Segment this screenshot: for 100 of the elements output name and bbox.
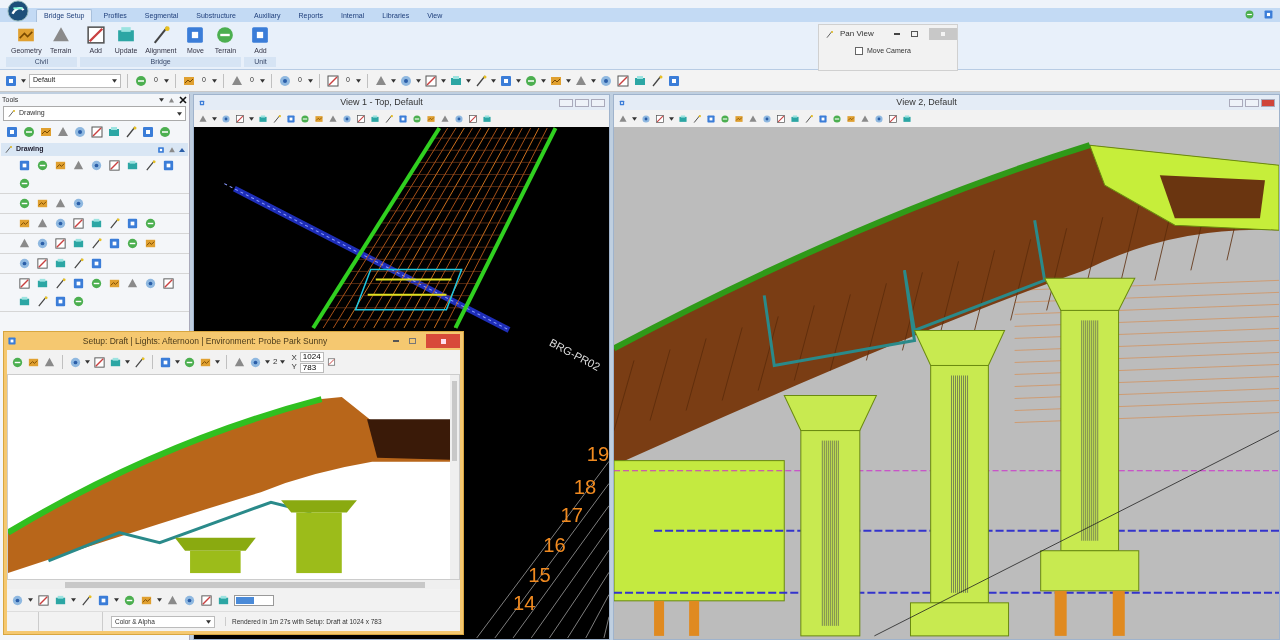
view-tool-icon[interactable] xyxy=(748,113,758,124)
view-tool-icon[interactable] xyxy=(342,113,352,124)
caret-icon[interactable] xyxy=(112,78,117,83)
view-tool-icon[interactable] xyxy=(888,113,898,124)
tool-icon[interactable] xyxy=(162,159,175,172)
caret-icon[interactable] xyxy=(164,78,169,83)
view-tool-icon[interactable] xyxy=(356,113,366,124)
caret-icon[interactable] xyxy=(669,116,674,121)
tool-icon[interactable] xyxy=(108,159,121,172)
tool-icon[interactable] xyxy=(141,125,155,139)
tool-icon[interactable] xyxy=(144,159,157,172)
caret-icon[interactable] xyxy=(125,360,130,364)
close-button[interactable] xyxy=(1261,98,1275,107)
app-logo-icon[interactable] xyxy=(6,0,30,22)
caret-icon[interactable] xyxy=(212,116,217,121)
tool-icon[interactable] xyxy=(90,257,103,270)
toolbar-icon[interactable] xyxy=(474,73,488,88)
collapse-icon[interactable] xyxy=(179,147,185,152)
tool-icon[interactable] xyxy=(72,217,85,230)
pencil-icon[interactable] xyxy=(4,145,13,154)
toolbar-icon[interactable] xyxy=(424,73,438,88)
toolbar-icon[interactable] xyxy=(278,73,292,88)
view-tool-icon[interactable] xyxy=(776,113,786,124)
maximize-icon[interactable] xyxy=(409,338,416,344)
tool-icon[interactable] xyxy=(108,237,121,250)
view-tool-icon[interactable] xyxy=(860,113,870,124)
toolbar-icon[interactable] xyxy=(599,73,613,88)
view-tool-icon[interactable] xyxy=(412,113,422,124)
window-icon[interactable] xyxy=(618,99,626,106)
tool-icon[interactable] xyxy=(36,257,49,270)
caret-icon[interactable] xyxy=(416,78,421,83)
view-tool-icon[interactable] xyxy=(706,113,716,124)
tool-icon[interactable] xyxy=(144,237,157,250)
tool-icon[interactable] xyxy=(54,237,67,250)
tool-icon[interactable] xyxy=(90,159,103,172)
list-view-icon[interactable] xyxy=(168,145,176,154)
tool-icon[interactable] xyxy=(90,125,104,139)
caret-icon[interactable] xyxy=(175,360,180,364)
close-icon[interactable] xyxy=(179,96,187,104)
view-tool-icon[interactable] xyxy=(818,113,828,124)
view-tool-icon[interactable] xyxy=(235,113,245,124)
caret-icon[interactable] xyxy=(21,78,26,83)
tool-icon[interactable] xyxy=(144,277,157,290)
tool-icon[interactable] xyxy=(39,125,53,139)
tool-icon[interactable] xyxy=(18,277,31,290)
caret-icon[interactable] xyxy=(212,78,217,83)
view-tool-icon[interactable] xyxy=(440,113,450,124)
tool-icon[interactable] xyxy=(162,277,175,290)
render-tool-icon[interactable] xyxy=(37,593,50,607)
close-button[interactable] xyxy=(426,334,460,348)
width-field[interactable]: 1024 xyxy=(299,351,324,362)
tool-icon[interactable] xyxy=(18,257,31,270)
view-tool-icon[interactable] xyxy=(846,113,856,124)
render-tool-icon[interactable] xyxy=(69,355,82,369)
toolbar-icon[interactable] xyxy=(667,73,681,88)
view-tool-icon[interactable] xyxy=(384,113,394,124)
view-tool-icon[interactable] xyxy=(804,113,814,124)
tool-icon[interactable] xyxy=(84,24,107,46)
caret-icon[interactable] xyxy=(566,78,571,83)
caret-icon[interactable] xyxy=(159,98,164,102)
view-tool-icon[interactable] xyxy=(286,113,296,124)
render-tool-icon[interactable] xyxy=(80,593,93,607)
tool-icon[interactable] xyxy=(36,295,49,308)
toolbar-icon[interactable] xyxy=(399,73,413,88)
tool-icon[interactable] xyxy=(54,159,67,172)
render-tool-icon[interactable] xyxy=(97,593,110,607)
maximize-icon[interactable] xyxy=(911,31,918,37)
view-tool-icon[interactable] xyxy=(832,113,842,124)
caret-icon[interactable] xyxy=(356,78,361,83)
tool-icon[interactable] xyxy=(54,295,67,308)
height-field[interactable]: 783 xyxy=(299,362,324,373)
caret-icon[interactable] xyxy=(466,78,471,83)
tool-icon[interactable] xyxy=(73,125,87,139)
view-tool-icon[interactable] xyxy=(221,113,231,124)
app-icon[interactable] xyxy=(7,336,17,346)
view-tool-icon[interactable] xyxy=(370,113,380,124)
caret-icon[interactable] xyxy=(391,78,396,83)
view-tool-icon[interactable] xyxy=(468,113,478,124)
caret-icon[interactable] xyxy=(260,78,265,83)
view-tool-icon[interactable] xyxy=(655,113,665,124)
view-tool-icon[interactable] xyxy=(314,113,324,124)
render-tool-icon[interactable] xyxy=(249,355,262,369)
view-tool-icon[interactable] xyxy=(790,113,800,124)
render-tool-icon[interactable] xyxy=(159,355,172,369)
caret-icon[interactable] xyxy=(71,598,76,602)
tool-icon[interactable] xyxy=(108,217,121,230)
caret-icon[interactable] xyxy=(280,360,286,364)
caret-icon[interactable] xyxy=(516,78,521,83)
grid-view-icon[interactable] xyxy=(157,145,165,154)
caret-icon[interactable] xyxy=(265,360,270,364)
toolbar-icon[interactable] xyxy=(499,73,513,88)
window-icon[interactable] xyxy=(1263,9,1274,20)
caret-icon[interactable] xyxy=(541,78,546,83)
caret-icon[interactable] xyxy=(114,598,119,602)
caret-icon[interactable] xyxy=(206,619,211,624)
tool-icon[interactable] xyxy=(54,277,67,290)
tool-icon[interactable] xyxy=(72,277,85,290)
tool-icon[interactable] xyxy=(5,125,19,139)
tool-icon[interactable] xyxy=(18,217,31,230)
view-tool-icon[interactable] xyxy=(641,113,651,124)
